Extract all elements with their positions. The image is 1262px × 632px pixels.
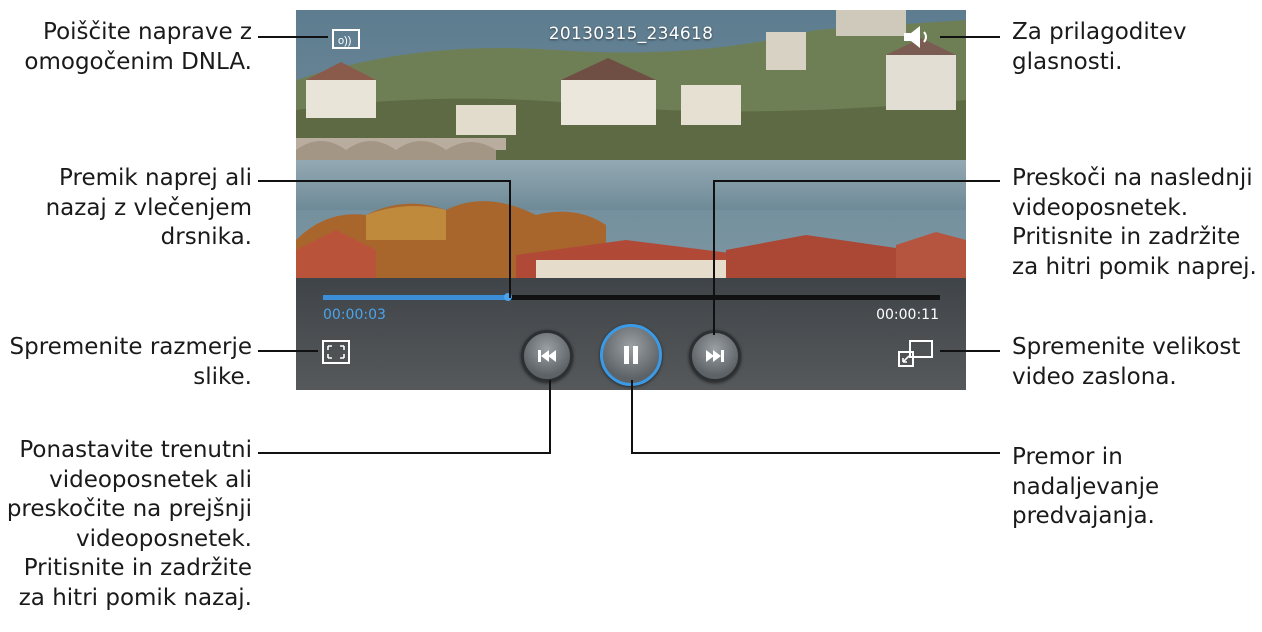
- callout-lines: [258, 36, 1000, 454]
